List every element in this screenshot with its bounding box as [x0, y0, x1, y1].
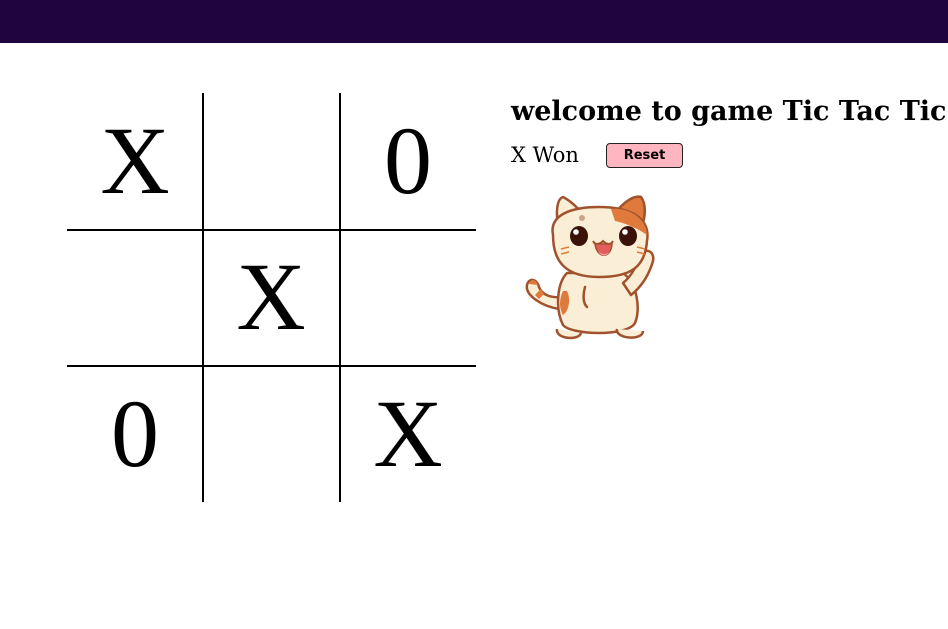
board-cell-3[interactable]: 0: [340, 93, 476, 229]
game-status: X Won: [511, 143, 579, 167]
grid-line-horizontal-1: [67, 229, 476, 231]
grid-line-vertical-2: [339, 93, 341, 502]
grid-line-vertical-1: [202, 93, 204, 502]
status-row: X Won Reset: [511, 142, 941, 168]
board-cell-6[interactable]: [340, 229, 476, 365]
board-cell-1[interactable]: X: [67, 93, 203, 229]
board-cell-8[interactable]: [203, 366, 339, 502]
grid-line-horizontal-2: [67, 365, 476, 367]
board-cell-9[interactable]: X: [340, 366, 476, 502]
page-title: welcome to game Tic Tac Tic: [511, 96, 947, 127]
board-cell-5[interactable]: X: [203, 229, 339, 365]
top-header-bar: [0, 0, 948, 43]
game-board: X 0 X 0 X: [67, 93, 476, 502]
board-cell-2[interactable]: [203, 93, 339, 229]
board-cell-4[interactable]: [67, 229, 203, 365]
reset-button[interactable]: Reset: [606, 142, 683, 168]
info-panel: welcome to game Tic Tac Tic X Won Reset: [511, 92, 947, 168]
board-cell-7[interactable]: 0: [67, 366, 203, 502]
cat-mascot-image: [525, 195, 655, 340]
